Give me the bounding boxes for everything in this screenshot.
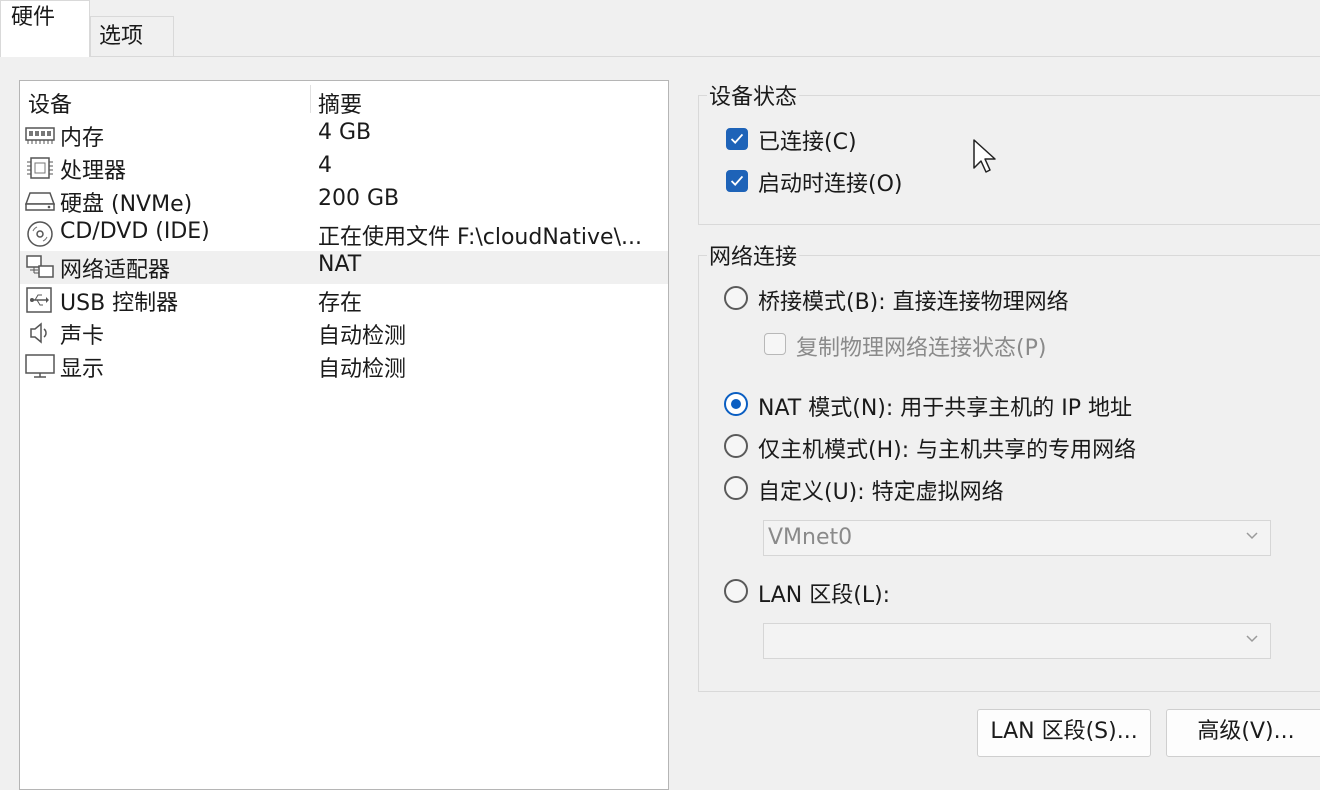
- lan-segment-select[interactable]: [763, 623, 1271, 659]
- device-row-memory[interactable]: 内存 4 GB: [20, 119, 668, 152]
- connected-checkbox[interactable]: [726, 128, 748, 150]
- device-summary: 存在: [318, 291, 363, 316]
- advanced-button[interactable]: 高级(V)...: [1166, 709, 1320, 757]
- mouse-cursor-icon: [973, 139, 996, 173]
- device-status-title: 设备状态: [707, 79, 800, 111]
- device-row-network-adapter[interactable]: 网络适配器 NAT: [20, 251, 668, 284]
- chevron-down-icon: [1246, 635, 1258, 643]
- column-separator[interactable]: [310, 85, 311, 113]
- column-header-device[interactable]: 设备: [28, 87, 72, 119]
- custom-network-select[interactable]: VMnet0: [763, 520, 1271, 556]
- lan-segments-button[interactable]: LAN 区段(S)...: [977, 709, 1151, 757]
- device-summary: 自动检测: [318, 324, 407, 349]
- device-summary: 200 GB: [318, 186, 400, 211]
- host-only-radio[interactable]: [724, 434, 748, 458]
- replicate-state-checkbox[interactable]: [764, 333, 786, 355]
- device-name: 显示: [60, 357, 105, 382]
- bridged-radio[interactable]: [724, 286, 748, 310]
- tab-hardware[interactable]: 硬件: [0, 0, 90, 57]
- lan-segment-radio[interactable]: [724, 579, 748, 603]
- device-row-processor[interactable]: 处理器 4: [20, 152, 668, 185]
- network-connection-group: 网络连接 桥接模式(B): 直接连接物理网络 复制物理网络连接状态(P) NAT…: [698, 239, 1320, 692]
- replicate-state-label[interactable]: 复制物理网络连接状态(P): [796, 330, 1046, 362]
- tab-bar: 硬件 选项: [0, 0, 1320, 57]
- custom-network-value: VMnet0: [768, 525, 853, 550]
- custom-label[interactable]: 自定义(U): 特定虚拟网络: [758, 474, 1004, 506]
- connected-label[interactable]: 已连接(C): [758, 124, 857, 156]
- sound-card-icon: [30, 322, 47, 344]
- chevron-down-icon: [1246, 532, 1258, 540]
- device-row-hard-disk[interactable]: 硬盘 (NVMe) 200 GB: [20, 185, 668, 218]
- device-row-sound-card[interactable]: 声卡 自动检测: [20, 317, 668, 350]
- device-list-header: 设备 摘要: [20, 81, 668, 119]
- device-name: USB 控制器: [60, 291, 179, 316]
- device-name: 声卡: [60, 324, 105, 349]
- device-name: 内存: [60, 126, 105, 151]
- tab-options[interactable]: 选项: [90, 16, 174, 56]
- nat-label[interactable]: NAT 模式(N): 用于共享主机的 IP 地址: [758, 390, 1132, 422]
- host-only-label[interactable]: 仅主机模式(H): 与主机共享的专用网络: [758, 432, 1136, 464]
- device-name: 网络适配器: [60, 258, 171, 283]
- device-row-display[interactable]: 显示 自动检测: [20, 350, 668, 383]
- device-summary: 自动检测: [318, 357, 407, 382]
- network-connection-title: 网络连接: [707, 239, 800, 271]
- device-status-group: 设备状态 已连接(C) 启动时连接(O): [698, 79, 1320, 225]
- processor-icon: [27, 157, 53, 179]
- device-summary: NAT: [318, 252, 362, 277]
- network-adapter-icon: [26, 255, 54, 278]
- device-row-cd-dvd[interactable]: CD/DVD (IDE) 正在使用文件 F:\cloudNative\...: [20, 218, 668, 251]
- device-name: 处理器: [60, 159, 127, 184]
- custom-radio[interactable]: [724, 476, 748, 500]
- column-header-summary[interactable]: 摘要: [318, 87, 362, 119]
- device-name: CD/DVD (IDE): [60, 219, 210, 244]
- hard-disk-icon: [24, 192, 56, 211]
- device-row-usb[interactable]: USB 控制器 存在: [20, 284, 668, 317]
- usb-icon: [26, 287, 52, 313]
- check-icon: [730, 133, 744, 144]
- device-list: 设备 摘要 内存 4 GB 处理器 4 硬盘 (NVMe) 200 GB CD/…: [19, 80, 669, 790]
- check-icon: [730, 175, 744, 186]
- bridged-label[interactable]: 桥接模式(B): 直接连接物理网络: [758, 284, 1069, 316]
- device-summary: 4: [318, 153, 332, 178]
- lan-segment-label[interactable]: LAN 区段(L):: [758, 577, 890, 609]
- device-summary: 正在使用文件 F:\cloudNative\...: [318, 225, 642, 250]
- device-summary: 4 GB: [318, 120, 372, 145]
- device-name: 硬盘 (NVMe): [60, 192, 193, 217]
- hardware-panel: 设备 摘要 内存 4 GB 处理器 4 硬盘 (NVMe) 200 GB CD/…: [0, 57, 1320, 790]
- nat-radio[interactable]: [724, 392, 748, 416]
- connect-at-power-on-label[interactable]: 启动时连接(O): [758, 166, 902, 198]
- connect-at-power-on-checkbox[interactable]: [726, 170, 748, 192]
- display-icon: [25, 354, 55, 378]
- memory-icon: [25, 127, 55, 144]
- cd-dvd-icon: [27, 221, 53, 247]
